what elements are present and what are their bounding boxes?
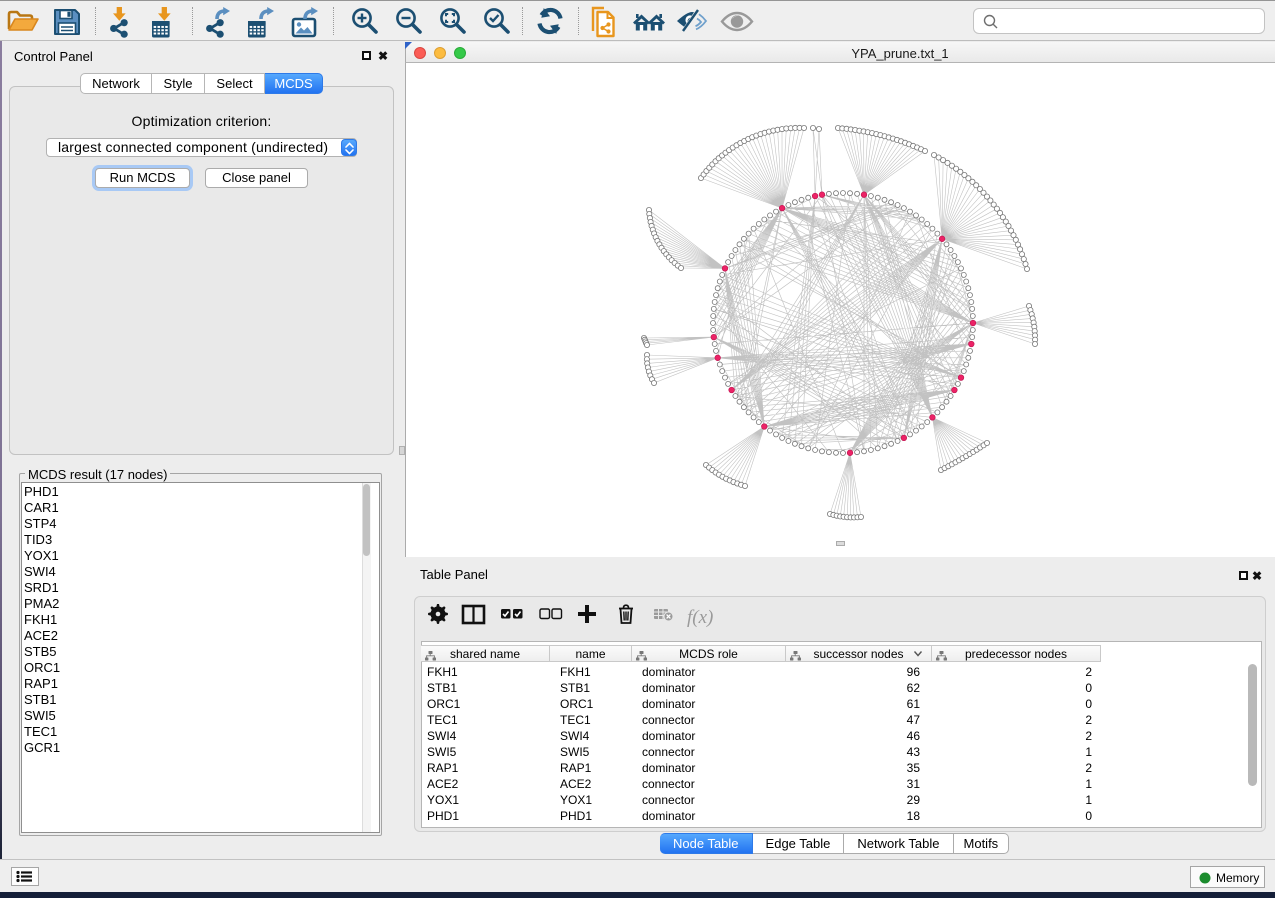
svg-text:f(x): f(x): [687, 607, 713, 628]
